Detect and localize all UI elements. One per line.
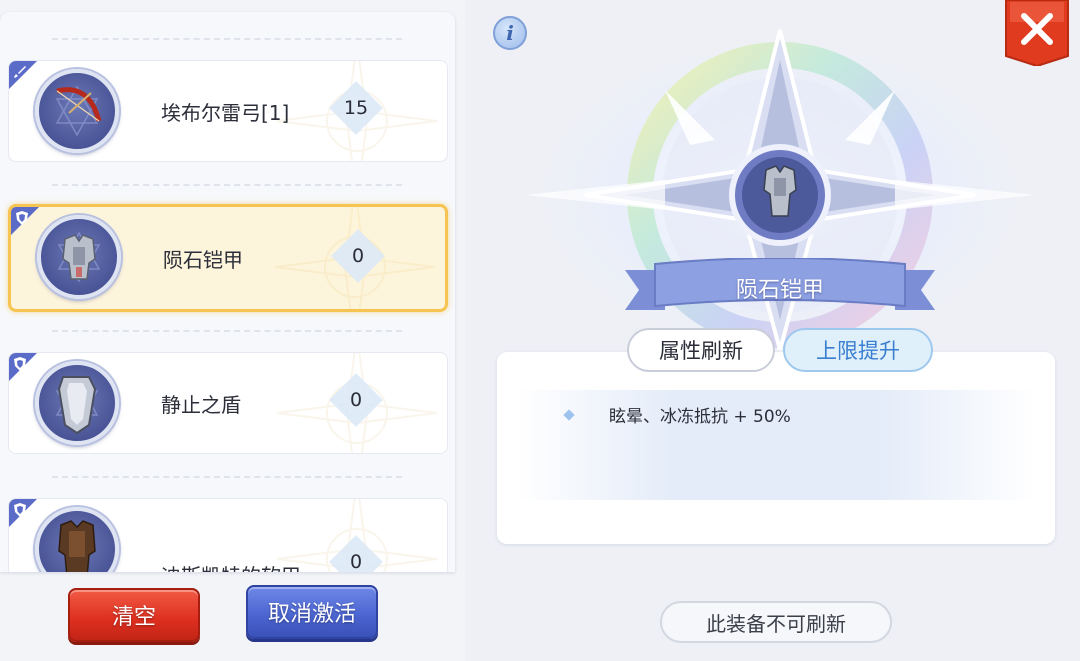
- shield-emblem-icon: [16, 211, 28, 225]
- item-name: 陨石铠甲: [163, 247, 243, 272]
- divider: [52, 184, 402, 186]
- attribute-text: 眩晕、冰冻抵抗 + 50%: [609, 407, 791, 427]
- bow-icon: [55, 85, 102, 137]
- sword-icon: [14, 66, 26, 78]
- leather-armor-icon: [58, 520, 96, 572]
- divider: [52, 38, 402, 40]
- item-count-badge: 0: [329, 535, 383, 572]
- close-icon[interactable]: [1004, 0, 1070, 66]
- equipment-detail-panel: 陨石铠甲 i 眩晕、冰冻抵抗 + 50% 属性刷新 上限提升 此装备不可刷新: [465, 0, 1080, 661]
- tab-limit-upgrade[interactable]: 上限提升: [783, 328, 933, 372]
- refresh-status-button[interactable]: 此装备不可刷新: [660, 601, 892, 643]
- list-item-stillness-shield[interactable]: 静止之盾 0: [8, 352, 448, 454]
- item-medal: [35, 361, 119, 445]
- item-count-badge: 15: [329, 81, 383, 135]
- equipment-list-panel: 埃布尔雷弓[1] 15 陨石铠甲 0 静止之盾 0 0 清空 取消激活: [0, 0, 465, 661]
- deactivate-button[interactable]: 取消激活: [246, 585, 378, 639]
- item-medal: [35, 69, 119, 153]
- item-name: 迪斯凯特的软甲: [161, 499, 301, 572]
- item-count: 0: [349, 389, 363, 411]
- list-item-leather-armor[interactable]: 迪斯凯特的软甲 0: [8, 498, 448, 572]
- item-count: 0: [351, 245, 365, 267]
- attribute-panel: 眩晕、冰冻抵抗 + 50%: [497, 352, 1055, 544]
- item-count: 0: [349, 551, 363, 572]
- divider: [52, 330, 402, 332]
- item-medal: [35, 507, 119, 572]
- divider: [52, 476, 402, 478]
- diamond-bullet-icon: [563, 408, 575, 421]
- attribute-line: 眩晕、冰冻抵抗 + 50%: [563, 402, 791, 427]
- armor-icon: [57, 231, 101, 283]
- item-medal: [37, 215, 121, 299]
- tab-attribute-refresh[interactable]: 属性刷新: [627, 328, 775, 372]
- shield-emblem-icon: [14, 357, 26, 371]
- info-icon[interactable]: i: [493, 16, 527, 50]
- shield-icon: [55, 376, 99, 435]
- clear-button[interactable]: 清空: [68, 588, 200, 642]
- item-count-badge: 0: [329, 373, 383, 427]
- item-name-ribbon-label: 陨石铠甲: [625, 258, 935, 318]
- item-name: 静止之盾: [161, 392, 241, 417]
- item-name: 埃布尔雷弓[1]: [161, 100, 290, 125]
- item-count-badge: 0: [331, 229, 385, 283]
- equipment-list[interactable]: 埃布尔雷弓[1] 15 陨石铠甲 0 静止之盾 0 0: [0, 12, 455, 572]
- item-count: 15: [343, 97, 369, 119]
- selected-item-name: 陨石铠甲: [735, 278, 824, 303]
- list-item-bow[interactable]: 埃布尔雷弓[1] 15: [8, 60, 448, 162]
- shield-emblem-icon: [14, 503, 26, 517]
- list-item-meteor-armor[interactable]: 陨石铠甲 0: [8, 204, 448, 312]
